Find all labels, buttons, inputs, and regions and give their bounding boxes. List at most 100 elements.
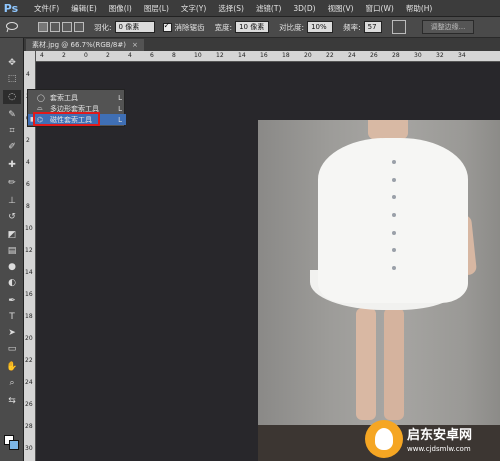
ruler-tick: 10 xyxy=(25,225,33,232)
feather-label: 羽化: xyxy=(94,22,112,32)
width-label: 宽度: xyxy=(214,22,233,32)
history-brush-tool-icon[interactable]: ↺ xyxy=(3,210,21,224)
flyout-item-shortcut: L xyxy=(118,115,122,124)
watermark-title: 启东安卓网 xyxy=(407,428,473,443)
quick-selection-tool-icon[interactable]: ✎ xyxy=(3,108,21,122)
shape-tool-icon[interactable]: ▭ xyxy=(3,342,21,356)
document-tab-bar: 素材.jpg @ 66.7%(RGB/8#) × xyxy=(24,38,500,51)
dress-button xyxy=(392,265,396,270)
menu-help[interactable]: 帮助(H) xyxy=(400,3,439,14)
blur-tool-icon[interactable]: ● xyxy=(3,260,21,274)
ruler-tick: 20 xyxy=(25,335,33,342)
new-selection-button[interactable] xyxy=(38,22,48,32)
background-color-swatch[interactable] xyxy=(9,440,19,450)
marquee-tool-icon[interactable]: ⬚ xyxy=(3,72,21,86)
lasso-icon: ◯ xyxy=(37,93,45,102)
left-leg xyxy=(356,308,376,420)
ruler-tick: 30 xyxy=(25,445,33,452)
ruler-tick: 28 xyxy=(25,423,33,430)
ruler-tick: 30 xyxy=(414,52,422,59)
type-tool-icon[interactable]: T xyxy=(3,310,21,324)
document-tab-title: 素材.jpg @ 66.7%(RGB/8#) xyxy=(32,41,126,49)
refine-edge-button[interactable]: 调整边缘... xyxy=(421,20,475,34)
frequency-label: 频率: xyxy=(343,22,361,32)
antialias-checkbox[interactable] xyxy=(162,21,172,32)
dress-button xyxy=(392,177,396,182)
ruler-tick: 18 xyxy=(25,313,33,320)
eyedropper-tool-icon[interactable]: ✐ xyxy=(3,140,21,154)
gradient-tool-icon[interactable]: ▤ xyxy=(3,244,21,258)
subtract-selection-button[interactable] xyxy=(62,22,72,32)
horizontal-ruler[interactable]: 4 2 0 2 4 6 8 10 12 14 16 18 20 22 24 26… xyxy=(36,51,500,62)
document-tab[interactable]: 素材.jpg @ 66.7%(RGB/8#) × xyxy=(26,39,144,51)
ruler-tick: 2 xyxy=(62,52,66,59)
ruler-tick: 0 xyxy=(84,52,88,59)
menu-edit[interactable]: 编辑(E) xyxy=(65,3,103,14)
eraser-tool-icon[interactable]: ◩ xyxy=(3,228,21,242)
add-selection-button[interactable] xyxy=(50,22,60,32)
path-selection-tool-icon[interactable]: ➤ xyxy=(3,326,21,340)
ruler-tick: 22 xyxy=(326,52,334,59)
antialias-label: 消除锯齿 xyxy=(174,22,205,32)
hand-tool-icon[interactable]: ✋ xyxy=(3,360,21,374)
app-logo: Ps xyxy=(3,1,19,15)
ruler-tick: 26 xyxy=(370,52,378,59)
menu-window[interactable]: 窗口(W) xyxy=(360,3,400,14)
lasso-tool-icon[interactable]: ◌ xyxy=(3,90,21,104)
dress-button xyxy=(392,212,396,217)
ruler-tick: 4 xyxy=(26,159,30,166)
ruler-tick: 2 xyxy=(106,52,110,59)
ruler-tick: 16 xyxy=(260,52,268,59)
ruler-tick: 4 xyxy=(26,71,30,78)
menu-select[interactable]: 选择(S) xyxy=(212,3,250,14)
flyout-item-label: 套索工具 xyxy=(50,93,78,102)
watermark: 启东安卓网 www.cjdsmlw.com xyxy=(365,416,500,461)
dress-button xyxy=(392,195,396,200)
menu-image[interactable]: 图像(I) xyxy=(103,3,138,14)
menu-bar: Ps 文件(F) 编辑(E) 图像(I) 图层(L) 文字(Y) 选择(S) 滤… xyxy=(0,0,500,17)
flyout-item-shortcut: L xyxy=(118,104,122,113)
ruler-tick: 2 xyxy=(26,137,30,144)
menu-file[interactable]: 文件(F) xyxy=(28,3,65,14)
watermark-text: 启东安卓网 www.cjdsmlw.com xyxy=(407,424,472,453)
ruler-tick: 6 xyxy=(150,52,154,59)
menu-view[interactable]: 视图(V) xyxy=(322,3,360,14)
dodge-tool-icon[interactable]: ◐ xyxy=(3,276,21,290)
ruler-tick: 6 xyxy=(26,181,30,188)
clone-stamp-tool-icon[interactable]: ⊥ xyxy=(3,194,21,208)
frequency-input[interactable]: 57 xyxy=(363,21,382,33)
ruler-tick: 8 xyxy=(172,52,176,59)
toolbox: ✥ ⬚ ◌ ✎ ⌗ ✐ ✚ ✏ ⊥ ↺ ◩ ▤ ● ◐ ✒ T ➤ ▭ ✋ ⌕ … xyxy=(0,38,24,461)
ruler-tick: 28 xyxy=(392,52,400,59)
ruler-tick: 14 xyxy=(238,52,246,59)
healing-brush-tool-icon[interactable]: ✚ xyxy=(3,158,21,172)
contrast-input[interactable]: 10% xyxy=(307,21,334,33)
pen-pressure-icon[interactable] xyxy=(391,20,406,34)
default-colors-icon[interactable]: ⇆ xyxy=(3,394,21,408)
watermark-logo-icon xyxy=(365,419,403,458)
dress-button xyxy=(392,230,396,235)
magnetic-lasso-icon[interactable] xyxy=(4,20,20,34)
ruler-tick: 16 xyxy=(25,291,33,298)
zoom-tool-icon[interactable]: ⌕ xyxy=(3,376,21,390)
ruler-tick: 12 xyxy=(216,52,224,59)
feather-input[interactable]: 0 像素 xyxy=(114,21,155,33)
ruler-tick: 12 xyxy=(25,247,33,254)
brush-tool-icon[interactable]: ✏ xyxy=(3,176,21,190)
move-tool-icon[interactable]: ✥ xyxy=(3,56,21,70)
ruler-tick: 10 xyxy=(194,52,202,59)
menu-3d[interactable]: 3D(D) xyxy=(287,4,321,13)
ruler-tick: 4 xyxy=(40,52,44,59)
menu-type[interactable]: 文字(Y) xyxy=(175,3,212,14)
close-icon[interactable]: × xyxy=(132,41,138,49)
pen-tool-icon[interactable]: ✒ xyxy=(3,294,21,308)
width-input[interactable]: 10 像素 xyxy=(235,21,270,33)
menu-filter[interactable]: 滤镜(T) xyxy=(250,3,287,14)
flyout-item-lasso[interactable]: ◯ 套索工具 L xyxy=(28,92,126,103)
intersect-selection-button[interactable] xyxy=(74,22,84,32)
menu-layer[interactable]: 图层(L) xyxy=(138,3,175,14)
crop-tool-icon[interactable]: ⌗ xyxy=(3,124,21,138)
ruler-tick: 20 xyxy=(304,52,312,59)
options-bar: 羽化: 0 像素 消除锯齿 宽度: 10 像素 对比度: 10% 频率: 57 … xyxy=(0,17,500,38)
ruler-tick: 8 xyxy=(26,203,30,210)
